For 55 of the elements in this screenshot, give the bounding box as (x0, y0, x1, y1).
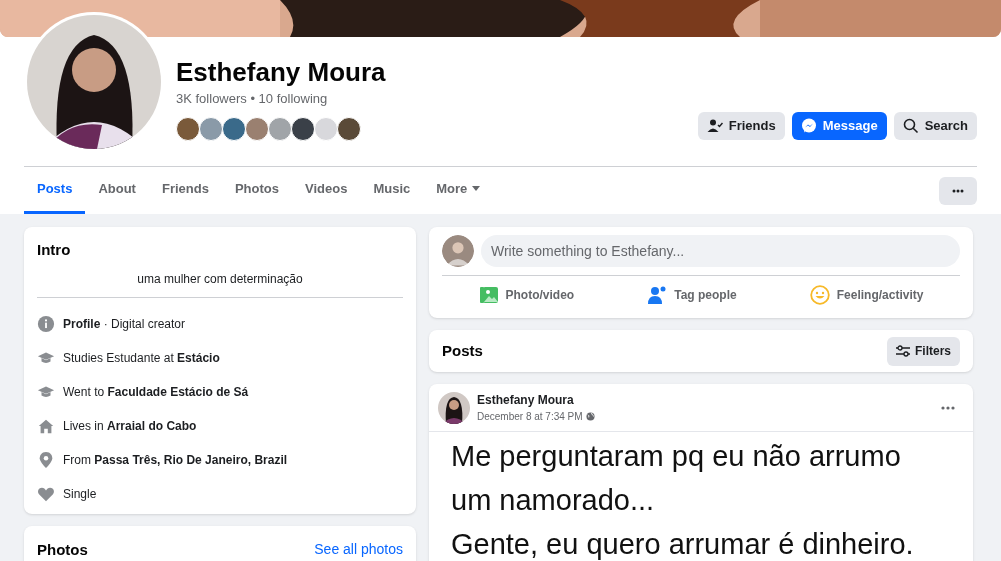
intro-detail: Profile · Digital creator (63, 316, 186, 333)
message-button[interactable]: Message (791, 112, 887, 140)
post-input-field[interactable]: Write something to Esthefany... (481, 235, 960, 267)
photos-title: Photos (37, 539, 88, 560)
smiley-icon (809, 285, 830, 305)
profile-tab[interactable]: Friends (148, 167, 222, 214)
globe-icon (585, 412, 595, 421)
friend-avatar[interactable] (337, 116, 361, 141)
intro-bio: uma mulher com determinação (37, 269, 403, 298)
profile-name: Esthefany Moura (176, 57, 386, 87)
post-author[interactable]: Esthefany Moura (477, 391, 595, 409)
friends-button[interactable]: Friends (697, 112, 785, 140)
more-icon[interactable] (941, 405, 955, 410)
profile-tab[interactable]: About (85, 167, 149, 214)
search-icon (902, 118, 919, 134)
post-image-text: um namorado... (451, 483, 656, 518)
intro-detail: From Passa Três, Rio De Janeiro, Brazil (63, 452, 288, 469)
intro-detail: Went to Faculdade Estácio de Sá (63, 384, 249, 401)
intro-title: Intro (37, 240, 72, 260)
photo-icon (478, 285, 499, 305)
search-button[interactable]: Search (893, 112, 977, 140)
tag-person-icon (647, 285, 668, 305)
friend-avatar[interactable] (222, 116, 246, 141)
messenger-icon (800, 118, 817, 134)
intro-detail: Single (63, 486, 97, 503)
composer-action[interactable]: Tag people (639, 279, 745, 311)
more-button[interactable] (939, 176, 977, 205)
friend-avatar[interactable] (176, 116, 200, 141)
profile-tab[interactable]: Posts (24, 167, 86, 214)
author-avatar (438, 391, 470, 424)
info-icon (37, 315, 55, 333)
location-pin-icon (37, 451, 55, 469)
profile-tab[interactable]: Music (360, 167, 424, 214)
intro-detail: Lives in Arraial do Cabo (63, 418, 197, 435)
filters-button[interactable]: Filters (887, 336, 960, 366)
sliders-icon (896, 345, 910, 357)
post-image-text: Me perguntaram pq eu não arrumo (451, 439, 902, 474)
posts-title: Posts (442, 340, 483, 361)
follower-stats: 3K followers • 10 following (176, 90, 329, 108)
composer-action[interactable]: Feeling/activity (801, 279, 932, 311)
profile-tab[interactable]: Photos (221, 167, 292, 214)
person-check-icon (706, 118, 723, 134)
caret-icon (472, 186, 481, 192)
intro-detail: Studies Estudante at Estácio (63, 350, 220, 367)
friend-avatar[interactable] (291, 116, 315, 141)
user-avatar (442, 235, 474, 267)
more-icon (952, 188, 964, 193)
profile-tab[interactable]: Videos (292, 167, 361, 214)
profile-tab[interactable]: More (423, 167, 494, 214)
see-all-photos-link[interactable]: See all photos (314, 538, 403, 560)
post-time[interactable]: December 8 at 7:34 PM (477, 409, 583, 424)
composer-action[interactable]: Photo/video (470, 279, 583, 311)
home-icon (37, 417, 55, 435)
heart-icon (37, 485, 55, 503)
post-image-text: Gente, eu quero arrumar é dinheiro. (451, 527, 915, 561)
